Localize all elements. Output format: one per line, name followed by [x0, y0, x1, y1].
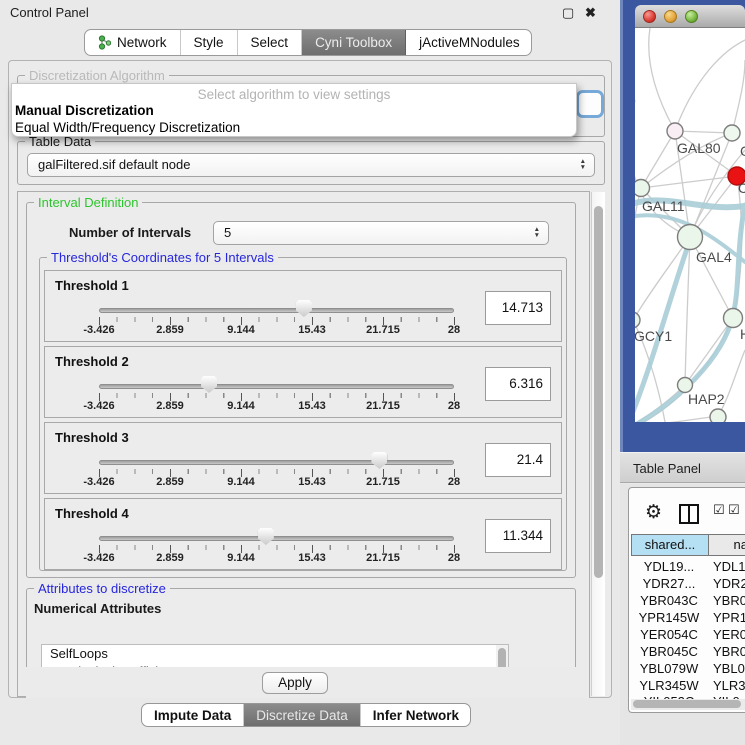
svg-text:G: G [740, 143, 745, 159]
algorithm-dropdown-popup: Select algorithm to view settings Manual… [11, 83, 577, 137]
network-window-titlebar[interactable] [635, 5, 745, 28]
bottom-tab-bar: Impute Data Discretize Data Infer Networ… [141, 703, 471, 727]
checkbox-icon[interactable]: ☑ [713, 503, 725, 518]
table-row[interactable]: YLR345WYLR3 [631, 678, 745, 695]
tab-discretize-data[interactable]: Discretize Data [244, 704, 361, 726]
numerical-attributes-label: Numerical Attributes [34, 601, 161, 616]
zoom-traffic-light-icon[interactable] [685, 10, 698, 23]
threshold-1-value-field[interactable]: 14.713 [485, 291, 551, 325]
dropdown-option-manual-discretization[interactable]: Manual Discretization [15, 103, 154, 118]
table-row[interactable]: YBR043CYBR0 [631, 593, 745, 610]
algorithm-select[interactable] [576, 90, 604, 118]
column-layout-icon[interactable] [679, 504, 699, 524]
dropdown-option-equal-width-frequency[interactable]: Equal Width/Frequency Discretization [15, 120, 240, 135]
network-graph: GAL80 GAL11 GAL4 GCY1 HAP2 G C H [635, 28, 745, 422]
table-horizontal-scrollbar[interactable] [631, 699, 745, 710]
table-panel: ⚙ ☑ ☑ shared... na YDL19...YDL1 YDR27...… [628, 487, 745, 713]
table-row[interactable]: YDR27...YDR2 [631, 576, 745, 593]
node-gcy1[interactable] [635, 312, 640, 328]
table-panel-titlebar: Table Panel [620, 452, 745, 483]
threshold-3-slider-track[interactable] [99, 460, 454, 465]
tab-network[interactable]: Network [85, 30, 181, 55]
thresholds-group: Threshold's Coordinates for 5 Intervals … [39, 257, 567, 571]
network-canvas[interactable]: GAL80 GAL11 GAL4 GCY1 HAP2 G C H [635, 28, 745, 422]
gear-icon[interactable]: ⚙ [645, 501, 662, 523]
table-row[interactable]: YPR145WYPR1 [631, 610, 745, 627]
tick-labels: -3.4262.8599.14415.4321.71528 [99, 476, 454, 488]
table-data-group: Table Data galFiltered.sif default node … [17, 141, 605, 185]
close-window-icon[interactable]: ✖ [585, 6, 596, 19]
table-data-select[interactable]: galFiltered.sif default node ▲▼ [27, 153, 595, 177]
node-gal80[interactable] [667, 123, 683, 139]
group-title: Discretization Algorithm [25, 68, 169, 83]
table-panel-title: Table Panel [633, 461, 701, 476]
tab-cyni-toolbox[interactable]: Cyni Toolbox [302, 30, 406, 55]
table-row[interactable]: YBL079WYBL0 [631, 661, 745, 678]
list-item[interactable]: SelfLoops [42, 645, 508, 663]
close-traffic-light-icon[interactable] [643, 10, 656, 23]
node-gal4[interactable] [678, 225, 703, 250]
tab-infer-network[interactable]: Infer Network [361, 704, 471, 726]
apply-row: Apply [26, 667, 589, 698]
threshold-1-slider-track[interactable] [99, 308, 454, 313]
cyni-toolbox-panel: Discretization Algorithm Table Data galF… [8, 60, 612, 698]
tab-jactivemnodules[interactable]: jActiveMNodules [406, 30, 532, 55]
threshold-3-value-field[interactable]: 21.4 [485, 443, 551, 477]
threshold-4-slider-track[interactable] [99, 536, 454, 541]
tab-label: Network [117, 35, 167, 50]
table-row[interactable]: YDL19...YDL1 [631, 559, 745, 576]
column-header-shared-name[interactable]: shared... [631, 534, 709, 556]
threshold-4-panel: Threshold 4 -3.4262.8599.14415.4321.7152… [44, 498, 562, 570]
number-of-intervals-label: Number of Intervals [69, 225, 191, 240]
column-header-name[interactable]: na [708, 534, 745, 556]
node-bottom[interactable] [710, 409, 726, 422]
table-row[interactable]: YER054CYER0 [631, 627, 745, 644]
threshold-1-panel: Threshold 1 -3.4262.8599.14415.4321.7152… [44, 270, 562, 342]
threshold-3-panel: Threshold 3 -3.4262.8599.14415.4321.7152… [44, 422, 562, 494]
checkbox-icon[interactable]: ☑ [728, 503, 740, 518]
dropdown-placeholder: Select algorithm to view settings [12, 87, 576, 102]
tab-select[interactable]: Select [238, 30, 303, 55]
table-row[interactable]: YBR045CYBR0 [631, 644, 745, 661]
tick-labels: -3.4262.8599.14415.4321.71528 [99, 400, 454, 412]
svg-text:H: H [740, 326, 745, 342]
control-panel-titlebar: Control Panel ▢ ✖ [0, 0, 620, 24]
settings-vertical-scrollbar[interactable] [591, 192, 605, 696]
svg-text:C: C [738, 180, 745, 196]
tick-labels: -3.4262.8599.14415.4321.71528 [99, 552, 454, 564]
threshold-4-value-field[interactable]: 11.344 [485, 519, 551, 553]
svg-text:GAL11: GAL11 [642, 198, 685, 214]
top-tab-bar: Network Style Select Cyni Toolbox jActiv… [84, 29, 532, 56]
svg-text:HAP2: HAP2 [688, 391, 725, 407]
settings-scroll-area: Interval Definition Number of Intervals … [17, 191, 590, 697]
threshold-2-slider-thumb[interactable] [201, 376, 217, 393]
tab-style[interactable]: Style [181, 30, 238, 55]
threshold-1-slider-thumb[interactable] [296, 300, 312, 317]
float-window-icon[interactable]: ▢ [562, 6, 574, 19]
number-of-intervals-select[interactable]: 5 ▲▼ [213, 221, 549, 245]
network-icon [98, 35, 111, 50]
tick-labels: -3.4262.8599.14415.4321.71528 [99, 324, 454, 336]
svg-text:GAL80: GAL80 [677, 140, 721, 156]
tab-impute-data[interactable]: Impute Data [142, 704, 244, 726]
threshold-2-panel: Threshold 2 -3.4262.8599.14415.4321.7152… [44, 346, 562, 418]
threshold-3-slider-thumb[interactable] [371, 452, 387, 469]
interval-definition-group: Interval Definition Number of Intervals … [26, 202, 576, 578]
svg-text:GAL4: GAL4 [696, 249, 732, 265]
panel-title: Control Panel [10, 5, 89, 20]
threshold-2-value-field[interactable]: 6.316 [485, 367, 551, 401]
threshold-4-slider-thumb[interactable] [258, 528, 274, 545]
node-g[interactable] [724, 125, 740, 141]
node-gal11[interactable] [635, 180, 650, 197]
stepper-arrows-icon: ▲▼ [580, 154, 586, 176]
minimize-traffic-light-icon[interactable] [664, 10, 677, 23]
stepper-arrows-icon: ▲▼ [534, 222, 540, 244]
node-h[interactable] [724, 309, 743, 328]
threshold-2-slider-track[interactable] [99, 384, 454, 389]
apply-button[interactable]: Apply [262, 672, 328, 694]
svg-text:GCY1: GCY1 [635, 328, 672, 344]
